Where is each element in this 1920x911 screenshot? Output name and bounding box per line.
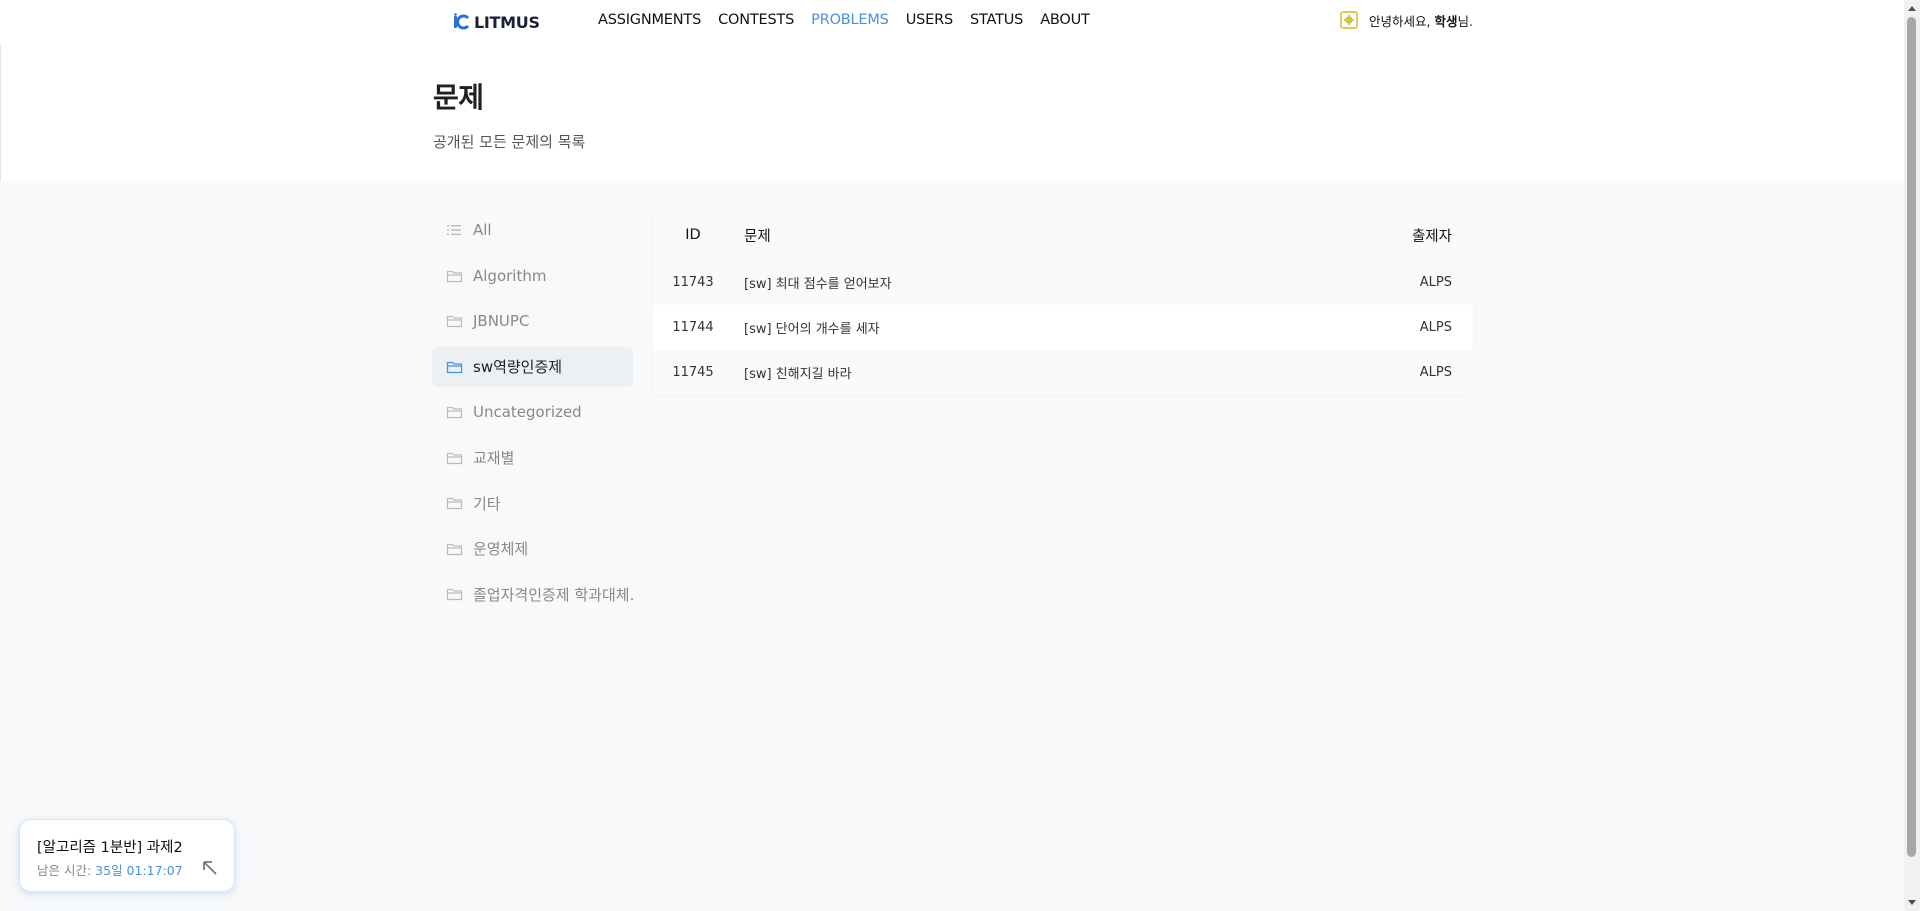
logo[interactable]: LITMUS bbox=[453, 10, 540, 34]
sidebar-item-all[interactable]: All bbox=[432, 210, 633, 250]
arrow-up-left-icon[interactable] bbox=[200, 858, 220, 878]
table-row[interactable]: 11745 [sw] 친해지길 바라 ALPS bbox=[653, 350, 1473, 395]
user-menu[interactable]: 안녕하세요, 학생님. bbox=[1339, 10, 1473, 30]
timer-remaining-label: 남은 시간: bbox=[37, 863, 96, 878]
problem-author: ALPS bbox=[1419, 275, 1452, 290]
top-nav: LITMUS ASSIGNMENTS CONTESTS PROBLEMS USE… bbox=[0, 0, 1904, 44]
timer-remaining: 남은 시간: 35일 01:17:07 bbox=[37, 860, 183, 879]
sidebar-item-label: 기타 bbox=[473, 494, 501, 513]
nav-contests[interactable]: CONTESTS bbox=[718, 12, 794, 28]
table-header: ID 문제 출제자 bbox=[653, 210, 1473, 260]
problem-author: ALPS bbox=[1419, 365, 1452, 380]
assignment-timer-widget[interactable]: [알고리즘 1분반] 과제2 남은 시간: 35일 01:17:07 bbox=[19, 819, 235, 892]
sidebar-item-label: JBNUPC bbox=[473, 312, 530, 330]
nav-users[interactable]: USERS bbox=[906, 12, 953, 28]
page-scrollbar[interactable] bbox=[1904, 0, 1920, 911]
nav-problems[interactable]: PROBLEMS bbox=[811, 12, 889, 28]
problem-id: 11744 bbox=[672, 320, 714, 335]
problem-table: ID 문제 출제자 11743 [sw] 최대 점수를 얻어보자 ALPS 11… bbox=[653, 210, 1473, 395]
avatar bbox=[1340, 11, 1358, 29]
problem-id: 11745 bbox=[672, 365, 714, 380]
greeting: 안녕하세요, 학생님. bbox=[1369, 13, 1473, 29]
main-menu: ASSIGNMENTS CONTESTS PROBLEMS USERS STAT… bbox=[598, 12, 1107, 28]
scroll-down-arrow-icon[interactable] bbox=[1908, 900, 1916, 905]
sidebar-item-algorithm[interactable]: Algorithm bbox=[432, 256, 633, 296]
timer-title: [알고리즘 1분반] 과제2 bbox=[37, 840, 183, 856]
folder-icon bbox=[446, 497, 463, 510]
header-title[interactable]: 문제 bbox=[733, 225, 1363, 246]
page-subtitle: 공개된 모든 문제의 목록 bbox=[433, 133, 586, 151]
sidebar-item-label: 운영체제 bbox=[473, 540, 529, 558]
folder-icon bbox=[446, 361, 463, 373]
folder-icon bbox=[446, 543, 463, 555]
page-header: 문제 공개된 모든 문제의 목록 bbox=[0, 44, 1904, 181]
scroll-thumb[interactable] bbox=[1907, 17, 1916, 857]
table-row[interactable]: 11743 [sw] 최대 점수를 얻어보자 ALPS bbox=[653, 260, 1473, 305]
sidebar-item-label: 졸업자격인증제 학과대체. bbox=[473, 585, 633, 604]
problem-id: 11743 bbox=[672, 275, 714, 290]
scroll-up-arrow-icon[interactable] bbox=[1908, 6, 1916, 11]
folder-icon bbox=[446, 588, 463, 601]
header-author[interactable]: 출제자 bbox=[1363, 225, 1473, 246]
sidebar-item-textbook[interactable]: 교재별 bbox=[432, 438, 633, 478]
folder-icon bbox=[446, 270, 463, 282]
problem-author: ALPS bbox=[1419, 320, 1452, 335]
list-icon bbox=[447, 225, 461, 235]
logo-icon bbox=[454, 13, 470, 30]
table-body: 11743 [sw] 최대 점수를 얻어보자 ALPS 11744 [sw] 단… bbox=[653, 260, 1473, 395]
nav-status[interactable]: STATUS bbox=[970, 12, 1023, 28]
header-id[interactable]: ID bbox=[653, 227, 733, 243]
sidebar-item-os[interactable]: 운영체제 bbox=[432, 529, 633, 569]
folder-icon bbox=[446, 452, 463, 464]
sidebar-item-label: sw역량인증제 bbox=[473, 358, 563, 376]
sidebar-item-label: Algorithm bbox=[473, 266, 547, 285]
nav-about[interactable]: ABOUT bbox=[1040, 12, 1090, 28]
problem-title[interactable]: [sw] 친해지길 바라 bbox=[733, 363, 1363, 382]
folder-icon bbox=[446, 315, 463, 328]
sidebar-item-graduation[interactable]: 졸업자격인증제 학과대체. bbox=[432, 574, 633, 614]
page-title: 문제 bbox=[433, 81, 484, 114]
problem-title[interactable]: [sw] 최대 점수를 얻어보자 bbox=[733, 273, 1363, 292]
sidebar-item-jbnupc[interactable]: JBNUPC bbox=[432, 301, 633, 341]
sidebar-item-uncategorized[interactable]: Uncategorized bbox=[432, 392, 633, 432]
sidebar-item-label: 교재별 bbox=[473, 449, 515, 467]
user-name: 학생 bbox=[1434, 13, 1458, 29]
sidebar-item-label: Uncategorized bbox=[473, 403, 582, 421]
nav-assignments[interactable]: ASSIGNMENTS bbox=[598, 12, 701, 28]
table-row[interactable]: 11744 [sw] 단어의 개수를 세자 ALPS bbox=[653, 305, 1473, 350]
category-sidebar: All Algorithm JBNUPC sw역량인증제 Uncategoriz… bbox=[432, 210, 633, 620]
sidebar-item-label: All bbox=[473, 221, 492, 239]
timer-remaining-value: 35일 01:17:07 bbox=[95, 863, 183, 878]
folder-icon bbox=[446, 406, 463, 419]
problem-title[interactable]: [sw] 단어의 개수를 세자 bbox=[733, 318, 1363, 337]
sidebar-item-sw-certification[interactable]: sw역량인증제 bbox=[432, 346, 633, 387]
brand-name: LITMUS bbox=[474, 12, 540, 32]
sidebar-item-etc[interactable]: 기타 bbox=[432, 483, 633, 523]
